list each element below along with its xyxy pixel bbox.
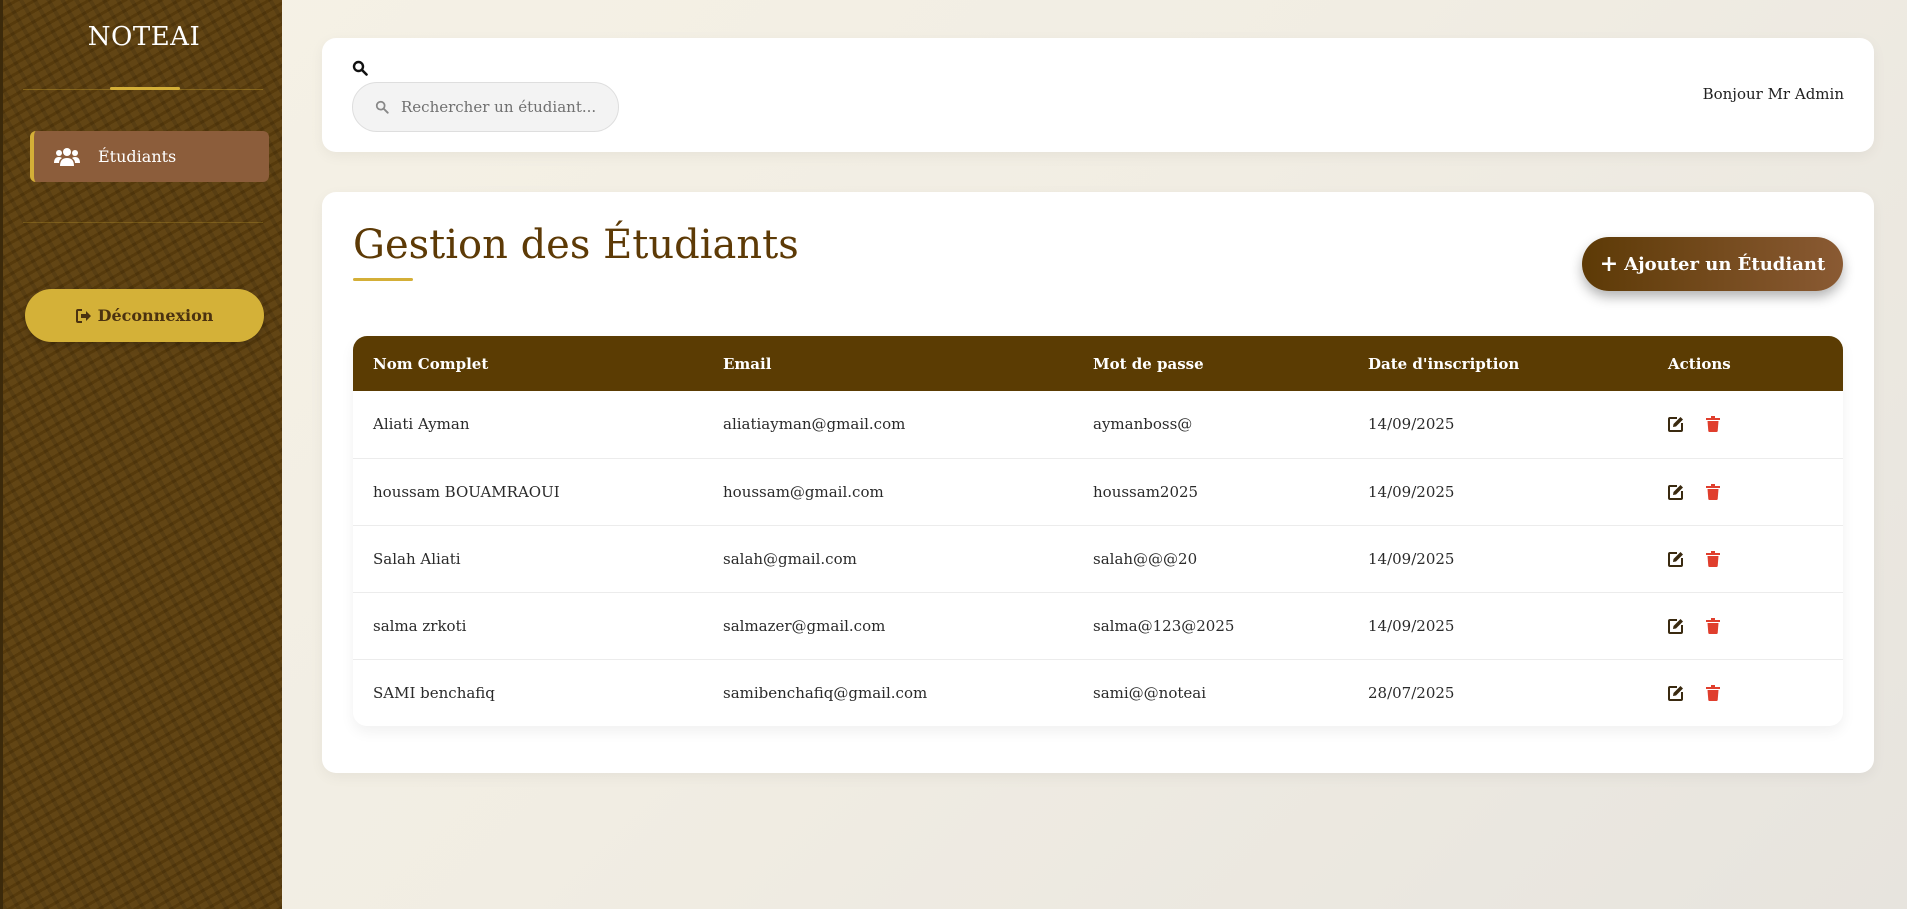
cell-actions <box>1648 391 1843 458</box>
cell-email: salmazer@gmail.com <box>723 616 886 635</box>
delete-icon[interactable] <box>1706 617 1720 634</box>
search-icon <box>352 60 368 76</box>
user-greeting: Bonjour Mr Admin <box>1702 85 1844 103</box>
cell-password: sami@@noteai <box>1093 683 1206 702</box>
search-input[interactable] <box>401 98 611 116</box>
delete-icon[interactable] <box>1706 550 1720 567</box>
cell-date: 14/09/2025 <box>1368 482 1455 501</box>
delete-icon[interactable] <box>1706 416 1720 433</box>
cell-date: 14/09/2025 <box>1368 549 1455 568</box>
sidebar: NOTEAI Étudiants Déconnexion <box>0 0 282 909</box>
cell-name: Aliati Ayman <box>373 415 470 434</box>
add-student-button[interactable]: + Ajouter un Étudiant <box>1582 237 1843 291</box>
main-panel: Gestion des Étudiants + Ajouter un Étudi… <box>322 192 1874 773</box>
column-header-name[interactable]: Nom Complet <box>353 336 703 391</box>
sidebar-item-label: Étudiants <box>98 147 177 166</box>
column-header-actions: Actions <box>1668 354 1731 373</box>
cell-actions <box>1648 659 1843 726</box>
search-bar[interactable] <box>352 82 619 132</box>
table-row: Aliati Ayman aliatiayman@gmail.com ayman… <box>353 391 1843 458</box>
cell-actions <box>1648 525 1843 592</box>
table-header-row: Nom Complet Email Mot de passe Date d'in… <box>353 336 1843 391</box>
cell-name: houssam BOUAMRAOUI <box>373 482 560 501</box>
cell-name: SAMI benchafiq <box>373 683 495 702</box>
title-underline <box>353 278 413 281</box>
users-icon <box>54 147 80 166</box>
edit-icon[interactable] <box>1668 618 1684 634</box>
sidebar-divider <box>23 222 263 223</box>
cell-actions <box>1648 592 1843 659</box>
cell-date: 14/09/2025 <box>1368 616 1455 635</box>
add-student-label: Ajouter un Étudiant <box>1624 253 1826 275</box>
cell-name: Salah Aliati <box>373 549 461 568</box>
cell-email: aliatiayman@gmail.com <box>723 415 906 434</box>
column-header-date[interactable]: Date d'inscription <box>1348 336 1648 391</box>
delete-icon[interactable] <box>1706 684 1720 701</box>
logout-button[interactable]: Déconnexion <box>25 289 264 342</box>
cell-password: houssam2025 <box>1093 482 1199 501</box>
edit-icon[interactable] <box>1668 551 1684 567</box>
cell-email: samibenchafiq@gmail.com <box>723 683 928 702</box>
cell-date: 14/09/2025 <box>1368 415 1455 434</box>
brand-underline <box>110 87 180 90</box>
table-row: SAMI benchafiq samibenchafiq@gmail.com s… <box>353 659 1843 726</box>
plus-icon: + <box>1599 251 1619 277</box>
sidebar-item-etudiants[interactable]: Étudiants <box>30 131 269 182</box>
delete-icon[interactable] <box>1706 483 1720 500</box>
cell-date: 28/07/2025 <box>1368 683 1455 702</box>
table-row: Salah Aliati salah@gmail.com salah@@@20 … <box>353 525 1843 592</box>
logout-label: Déconnexion <box>97 306 214 325</box>
students-table: Nom Complet Email Mot de passe Date d'in… <box>353 336 1843 726</box>
search-input-icon <box>375 100 389 114</box>
cell-actions <box>1648 458 1843 525</box>
cell-name: salma zrkoti <box>373 616 467 635</box>
page-title: Gestion des Étudiants <box>353 222 799 268</box>
column-header-password[interactable]: Mot de passe <box>1073 336 1348 391</box>
top-header: Bonjour Mr Admin <box>322 38 1874 152</box>
cell-password: salma@123@2025 <box>1093 616 1235 635</box>
column-header-email[interactable]: Email <box>703 336 1073 391</box>
cell-password: salah@@@20 <box>1093 549 1198 568</box>
cell-password: aymanboss@ <box>1093 415 1193 434</box>
edit-icon[interactable] <box>1668 484 1684 500</box>
brand-logo: NOTEAI <box>87 22 201 52</box>
table-row: salma zrkoti salmazer@gmail.com salma@12… <box>353 592 1843 659</box>
sign-out-icon <box>75 308 91 323</box>
cell-email: salah@gmail.com <box>723 549 857 568</box>
edit-icon[interactable] <box>1668 416 1684 433</box>
table-row: houssam BOUAMRAOUI houssam@gmail.com hou… <box>353 458 1843 525</box>
cell-email: houssam@gmail.com <box>723 482 884 501</box>
edit-icon[interactable] <box>1668 685 1684 701</box>
